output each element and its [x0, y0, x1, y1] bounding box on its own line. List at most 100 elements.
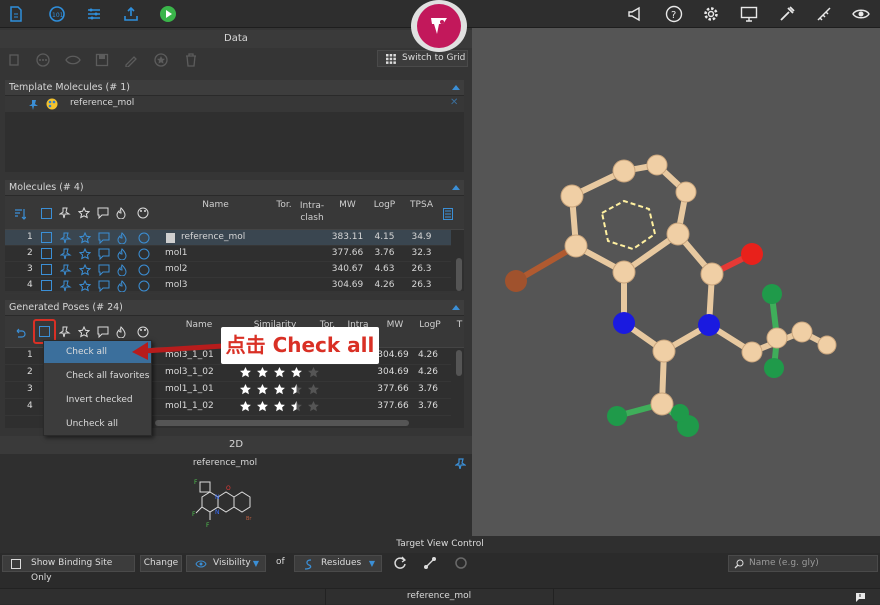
palette-icon[interactable]: [46, 98, 58, 110]
residue-search-input[interactable]: Name (e.g. gly): [728, 555, 878, 572]
pin-icon[interactable]: [60, 232, 72, 244]
star-icon[interactable]: [79, 280, 91, 292]
star-settings-icon[interactable]: [153, 52, 169, 68]
col-logp[interactable]: LogP: [415, 320, 445, 330]
sort-icon[interactable]: [14, 208, 26, 220]
pin-header-icon[interactable]: [59, 207, 71, 219]
h-scrollbar[interactable]: [155, 420, 409, 426]
collapse-icon[interactable]: [452, 185, 460, 190]
surface-icon[interactable]: [454, 556, 468, 570]
star-header-icon[interactable]: [78, 326, 90, 338]
pin-icon[interactable]: [60, 248, 72, 260]
residues-dropdown[interactable]: Residues ▼: [294, 555, 382, 572]
col-mw[interactable]: MW: [380, 320, 410, 330]
col-intra-clash[interactable]: Intra-clash: [297, 200, 327, 224]
flame-icon[interactable]: [117, 248, 127, 260]
change-button[interactable]: Change: [140, 555, 182, 572]
comment-icon[interactable]: [98, 232, 110, 244]
comment-icon[interactable]: [98, 264, 110, 276]
new-file-icon[interactable]: [7, 5, 25, 23]
3d-viewer[interactable]: [472, 28, 880, 536]
star-header-icon[interactable]: [78, 207, 90, 219]
export-icon[interactable]: [122, 5, 140, 23]
eye-settings-icon[interactable]: [852, 5, 870, 23]
settings-sliders-icon[interactable]: [85, 5, 103, 23]
pin-icon[interactable]: [60, 264, 72, 276]
tools-icon[interactable]: [778, 5, 796, 23]
poses-section-title[interactable]: Generated Poses (# 24): [5, 300, 464, 316]
link-icon[interactable]: [423, 556, 437, 570]
col-name[interactable]: Name: [163, 200, 268, 210]
comment-icon[interactable]: [98, 248, 110, 260]
flame-icon[interactable]: [117, 280, 127, 292]
molecules-section-title[interactable]: Molecules (# 4): [5, 180, 464, 196]
close-icon[interactable]: ✕: [450, 97, 458, 108]
collapse-icon[interactable]: [452, 305, 460, 310]
menu-check-all-favorites[interactable]: Check all favorites: [44, 365, 151, 387]
table-row[interactable]: 3 mol2 340.67 4.63 26.3: [5, 262, 451, 278]
table-row[interactable]: 1 reference_mol 383.11 4.15 34.9: [5, 230, 451, 246]
table-settings-icon[interactable]: [443, 208, 453, 220]
palette-icon[interactable]: [138, 280, 150, 292]
scrollbar[interactable]: [456, 350, 462, 376]
checkbox-icon[interactable]: [41, 232, 52, 244]
star-icon[interactable]: [79, 232, 91, 244]
col-tor[interactable]: Tor.: [271, 200, 297, 210]
visibility-dropdown[interactable]: Visibility ▼: [186, 555, 266, 572]
palette-icon[interactable]: [138, 248, 150, 260]
run-icon[interactable]: [159, 5, 177, 23]
menu-uncheck-all[interactable]: Uncheck all: [44, 413, 151, 435]
checkbox-header-icon[interactable]: [41, 208, 52, 219]
edit-icon[interactable]: [123, 52, 139, 68]
star-icon[interactable]: [79, 248, 91, 260]
comment-header-icon[interactable]: [97, 326, 109, 338]
flame-header-icon[interactable]: [116, 207, 126, 219]
comment-icon[interactable]: [98, 280, 110, 292]
palette-icon[interactable]: [138, 264, 150, 276]
pin-icon[interactable]: [455, 458, 466, 469]
switch-to-grid-button[interactable]: Switch to Grid: [377, 50, 468, 67]
view-icon[interactable]: [65, 52, 81, 68]
help-icon[interactable]: ?: [665, 5, 683, 23]
col-t[interactable]: T: [455, 320, 464, 330]
template-row[interactable]: reference_mol ✕: [5, 96, 464, 112]
palette-icon[interactable]: [138, 232, 150, 244]
flame-icon[interactable]: [117, 264, 127, 276]
app-logo[interactable]: [411, 0, 467, 52]
checkbox-header-icon[interactable]: [39, 326, 50, 337]
palette-header-icon[interactable]: [137, 207, 149, 219]
flame-header-icon[interactable]: [116, 326, 126, 338]
more-icon[interactable]: [35, 52, 51, 68]
template-section-title[interactable]: Template Molecules (# 1): [5, 80, 464, 96]
col-logp[interactable]: LogP: [367, 200, 402, 210]
notification-icon[interactable]: [855, 592, 866, 602]
undo-icon[interactable]: [14, 327, 26, 339]
save-icon[interactable]: [94, 52, 110, 68]
checkbox-icon[interactable]: [41, 248, 52, 260]
delete-file-icon[interactable]: [6, 52, 22, 68]
table-row[interactable]: 4 mol3 304.69 4.26 26.3: [5, 278, 451, 294]
menu-invert-checked[interactable]: Invert checked: [44, 389, 151, 411]
scrollbar[interactable]: [456, 258, 462, 291]
refresh-icon[interactable]: [393, 556, 407, 570]
checkbox-icon[interactable]: [41, 264, 52, 276]
pin-header-icon[interactable]: [59, 326, 71, 338]
measure-icon[interactable]: [815, 5, 833, 23]
search-db-icon[interactable]: 101: [48, 5, 66, 23]
comment-header-icon[interactable]: [97, 207, 109, 219]
show-binding-site-button[interactable]: Show Binding Site Only: [2, 555, 135, 583]
pin-icon[interactable]: [60, 280, 72, 292]
collapse-icon[interactable]: [452, 85, 460, 90]
checkbox-icon[interactable]: [41, 280, 52, 292]
col-tpsa[interactable]: TPSA: [404, 200, 439, 210]
monitor-icon[interactable]: [740, 5, 758, 23]
gear-icon[interactable]: [702, 5, 720, 23]
table-row[interactable]: 2 mol1 377.66 3.76 32.3: [5, 246, 451, 262]
col-mw[interactable]: MW: [330, 200, 365, 210]
trash-icon[interactable]: [183, 52, 199, 68]
flame-icon[interactable]: [117, 232, 127, 244]
star-icon[interactable]: [79, 264, 91, 276]
pin-icon[interactable]: [28, 99, 39, 110]
target-view-header: Target View Control: [0, 536, 880, 553]
announcement-icon[interactable]: [627, 5, 645, 23]
